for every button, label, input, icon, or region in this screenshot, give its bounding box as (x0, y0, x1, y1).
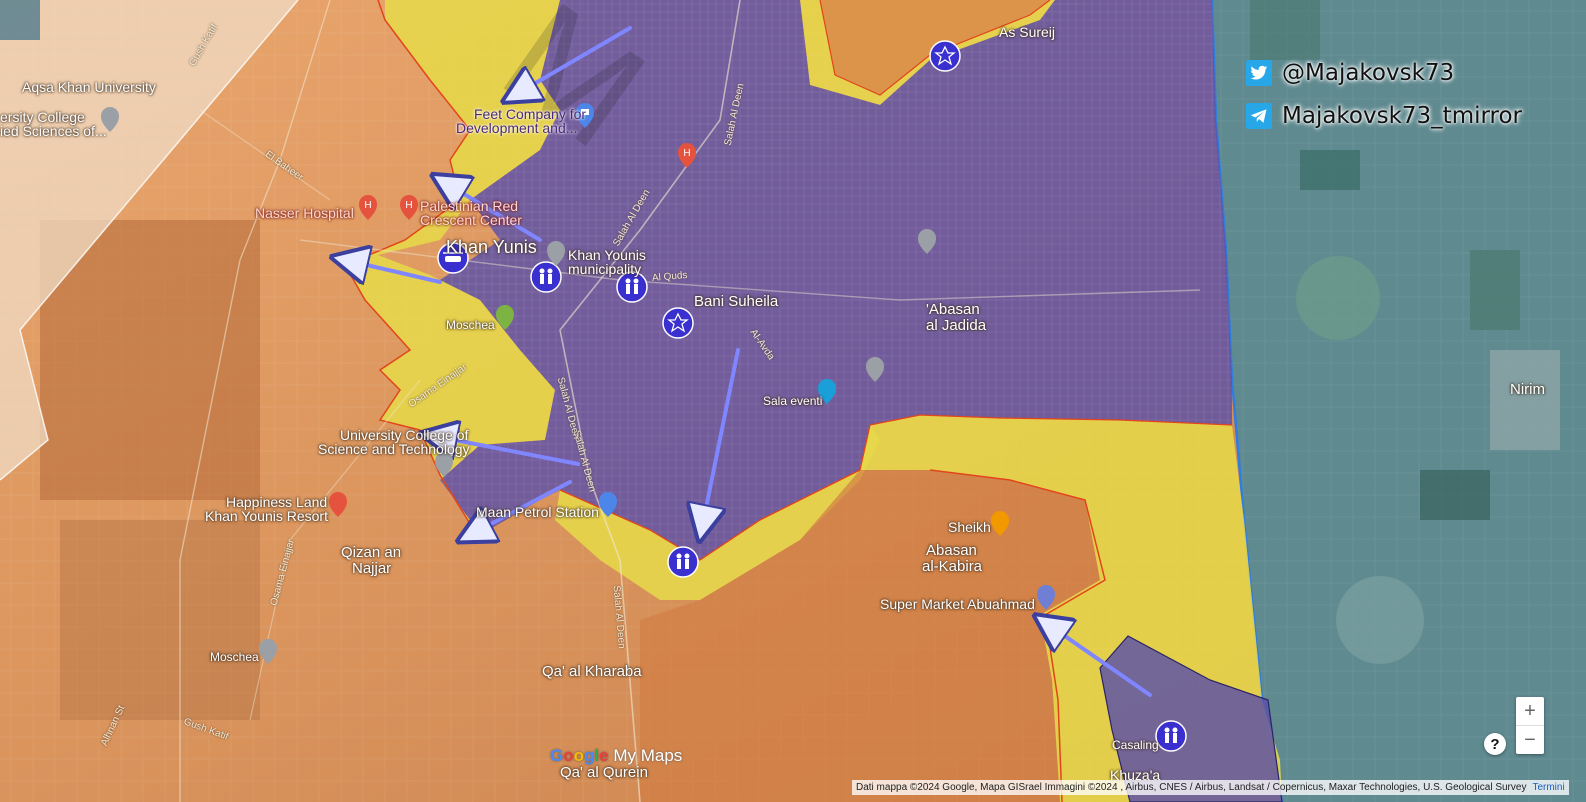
label-abasan-jadida-2: al Jadida (926, 317, 987, 334)
twitter-handle-text: @Majakovsk73 (1282, 60, 1455, 86)
label-super-market: Super Market Abuahmad (880, 596, 1035, 612)
nirim-kibbutz (1490, 350, 1560, 450)
telegram-handle-row: Majakovsk73_tmirror (1246, 103, 1522, 129)
zoom-controls: + − (1516, 697, 1544, 754)
label-moschea-2: Moschea (210, 650, 259, 664)
svg-text:H: H (405, 200, 412, 211)
terms-link[interactable]: Termini (1532, 782, 1564, 793)
unit-marker-star-sureij (929, 40, 961, 72)
map-attribution: Dati mappa ©2024 Google, Mapa GISrael Im… (852, 780, 1569, 795)
label-qizan-2: Najjar (352, 560, 392, 577)
svg-text:H: H (364, 200, 371, 211)
attribution-text: Dati mappa ©2024 Google, Mapa GISrael Im… (856, 782, 1527, 793)
field-dark-2 (1420, 470, 1490, 520)
label-aqsa-khan-university: Aqsa Khan University (22, 79, 156, 95)
pivot-field-2 (1336, 576, 1424, 664)
label-nasser-hospital: Nasser Hospital (255, 205, 354, 221)
label-university-college-sciences: ied Sciences of... (0, 123, 107, 139)
field-dark-4 (1250, 0, 1320, 60)
unit-marker-star-bani-suheila (662, 307, 694, 339)
telegram-handle-text: Majakovsk73_tmirror (1282, 103, 1523, 129)
label-as-sureij: As Sureij (999, 24, 1056, 40)
label-nirim: Nirim (1510, 381, 1545, 398)
label-qa-al-qurein: Qa' al Qurein (560, 764, 648, 781)
field-dark-3 (1470, 250, 1520, 330)
svg-text:H: H (683, 148, 690, 159)
label-feet-company-2: Development and... (456, 120, 578, 136)
label-red-crescent-2: Crescent Center (420, 212, 522, 228)
unit-marker-soldiers-4 (1155, 720, 1187, 752)
label-petrol-station: Maan Petrol Station (476, 504, 599, 520)
label-municipality-2: municipality (568, 261, 642, 277)
unit-marker-soldiers-1 (530, 261, 562, 293)
label-qa-al-kharaba: Qa' al Kharaba (542, 663, 642, 680)
label-happiness-land-2: Khan Younis Resort (205, 508, 328, 524)
label-casaling: Casaling (1112, 738, 1159, 752)
zoom-in-button[interactable]: + (1516, 697, 1544, 726)
twitter-bird-icon (1246, 60, 1272, 86)
zoom-out-button[interactable]: − (1516, 726, 1544, 754)
help-button[interactable]: ? (1484, 733, 1506, 755)
label-university-science-2: Science and Technology (318, 441, 470, 457)
pivot-field-1 (1296, 256, 1380, 340)
label-sala-eventi: Sala eventi (763, 394, 823, 408)
telegram-plane-icon (1246, 103, 1272, 129)
sea-strip (0, 0, 40, 40)
label-khan-yunis: Khan Yunis (446, 237, 537, 257)
unit-marker-soldiers-3 (667, 546, 699, 578)
label-sheikh: Sheikh (948, 519, 991, 535)
label-bani-suheila: Bani Suheila (694, 293, 779, 310)
label-qizan-1: Qizan an (341, 544, 402, 561)
label-abasan-kabira-2: al-Kabira (922, 558, 983, 575)
label-moschea-1: Moschea (446, 318, 495, 332)
twitter-handle-row: @Majakovsk73 (1246, 60, 1454, 86)
google-my-maps-logo: Google My Maps (550, 746, 683, 765)
label-abasan-jadida-1: 'Abasan (926, 301, 980, 318)
field-dark-1 (1300, 150, 1360, 190)
farmland-west-2 (60, 520, 260, 720)
label-abasan-kabira-1: Abasan (926, 542, 977, 559)
